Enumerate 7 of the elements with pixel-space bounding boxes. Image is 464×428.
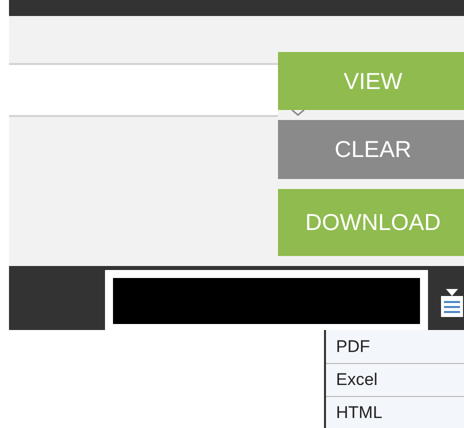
document-download-icon[interactable] [440,288,464,318]
chevron-down-icon[interactable] [291,110,305,116]
menu-item[interactable]: HTML [326,396,464,428]
dropdown-field[interactable] [9,63,278,117]
search-field[interactable] [105,270,428,330]
menu-item[interactable]: Excel [326,363,464,396]
menu-item[interactable]: PDF [326,330,464,363]
